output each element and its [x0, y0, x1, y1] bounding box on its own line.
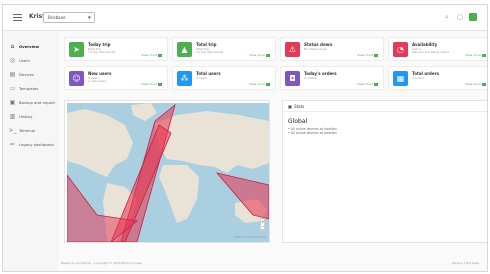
location-select-value: Brisbane: [48, 15, 66, 20]
template-icon: ▭: [9, 84, 16, 92]
card-total-trip[interactable]: ▲ Total trip Total trip 14 trip discover…: [172, 37, 276, 61]
top-bar: Krist Brisbane ▼ ⌕ ○: [3, 5, 487, 31]
sidebar-item-label: Overview: [19, 43, 40, 49]
view-more-link[interactable]: View more: [357, 82, 378, 86]
road-icon: ▲: [177, 42, 192, 57]
sidebar-item-backup[interactable]: ▣ Backup and import: [3, 97, 59, 107]
panel-header: ■ Stats: [283, 101, 487, 112]
sidebar-item-overview[interactable]: ⌂ Overview: [3, 41, 59, 51]
search-icon[interactable]: ⌕: [443, 13, 451, 21]
card-detail: 14 trip discovered: [88, 50, 116, 54]
status-square-icon[interactable]: [469, 13, 477, 21]
card-todays-orders[interactable]: ◘ Today's orders 0 orders View more: [280, 66, 384, 90]
sidebar-item-label: Templates: [19, 85, 39, 91]
view-more-link[interactable]: View more: [141, 82, 162, 86]
hamburger-menu-icon[interactable]: [13, 14, 22, 21]
top-icons: ⌕ ○: [443, 13, 477, 21]
card-new-users[interactable]: ☺ New users 0 users 1 new users View mor…: [64, 66, 168, 90]
card-subtitle: 0 orders: [304, 76, 317, 80]
view-more-link[interactable]: View more: [465, 53, 486, 57]
chevron-down-icon: ▼: [87, 15, 91, 20]
card-detail: 14 trip discovered: [196, 50, 224, 54]
shopping-bag-icon: ◘: [285, 71, 300, 86]
users-icon: ◎: [9, 56, 16, 64]
group-icon: ⁂: [177, 71, 192, 86]
sidebar-item-label: Terminal: [19, 127, 36, 133]
card-subtitle: No status down: [304, 47, 328, 51]
user-icon[interactable]: ○: [456, 13, 464, 21]
sidebar-item-users[interactable]: ◎ Users: [3, 55, 59, 65]
location-select[interactable]: Brisbane ▼: [43, 12, 95, 23]
sidebar-item-legacy-dashboard[interactable]: ⇐ Legacy dashboard: [3, 139, 59, 149]
card-availability[interactable]: ◔ Availability 100 % Devices are being o…: [388, 37, 487, 61]
back-arrow-icon: ⇐: [9, 140, 16, 148]
panel-line-2: • All online devices at location: [288, 131, 337, 135]
card-total-orders[interactable]: ▦ Total orders 0 orders View more: [388, 66, 487, 90]
person-icon: ☺: [69, 71, 84, 86]
devices-icon: ▤: [9, 70, 16, 78]
stats-icon: ■: [288, 104, 292, 109]
footer-copyright: Based on accuStore · Copyright © 2018 Br…: [61, 261, 143, 265]
card-status-down[interactable]: ⚠ Status down No status down View more: [280, 37, 384, 61]
zoom-out-button[interactable]: −: [261, 224, 264, 229]
card-today-trip[interactable]: ➤ Today trip Next trip 14 trip discovere…: [64, 37, 168, 61]
world-map[interactable]: + − Leaflet | © OpenStreetMap: [64, 100, 270, 243]
card-total-users[interactable]: ⁂ Total users 0 users View more: [172, 66, 276, 90]
card-detail: Devices are being online: [412, 50, 450, 54]
terminal-icon: >_: [8, 126, 17, 134]
view-more-link[interactable]: View more: [249, 82, 270, 86]
panel-header-label: Stats: [294, 104, 305, 109]
sidebar-item-history[interactable]: ▥ History: [3, 111, 59, 121]
card-subtitle: 0 users: [196, 76, 207, 80]
sidebar-item-label: Backup and import: [19, 99, 56, 105]
map-attribution[interactable]: Leaflet | © OpenStreetMap: [234, 236, 266, 239]
map-canvas[interactable]: [67, 103, 269, 242]
app-window: Krist Brisbane ▼ ⌕ ○ ⌂ Overview ◎ Users …: [2, 4, 488, 272]
footer-version: Version 7.8.0 beta: [451, 261, 479, 265]
sidebar-item-terminal[interactable]: >_ Terminal: [3, 125, 59, 135]
sidebar: ⌂ Overview ◎ Users ▤ Devices ▭ Templates…: [3, 31, 59, 271]
view-more-link[interactable]: View more: [249, 53, 270, 57]
view-more-link[interactable]: View more: [357, 53, 378, 57]
warning-icon: ⚠: [285, 42, 300, 57]
card-detail: 1 new users: [88, 79, 107, 83]
sidebar-item-label: Users: [19, 57, 30, 63]
sidebar-item-label: Legacy dashboard: [19, 141, 54, 147]
orders-icon: ▦: [393, 71, 408, 86]
sidebar-item-label: Devices: [19, 71, 34, 77]
history-icon: ▥: [9, 112, 16, 120]
backup-icon: ▣: [9, 98, 16, 106]
sidebar-item-devices[interactable]: ▤ Devices: [3, 69, 59, 79]
view-more-link[interactable]: View more: [465, 82, 486, 86]
card-subtitle: 0 orders: [412, 76, 425, 80]
sidebar-item-label: History: [19, 113, 33, 119]
view-more-link[interactable]: View more: [141, 53, 162, 57]
panel-title: Global: [288, 118, 308, 125]
navigation-arrow-icon: ➤: [69, 42, 84, 57]
sidebar-item-templates[interactable]: ▭ Templates: [3, 83, 59, 93]
home-icon: ⌂: [10, 42, 15, 50]
stats-panel: ■ Stats Global • All online devices at l…: [282, 100, 487, 243]
gauge-icon: ◔: [393, 42, 408, 57]
map-zoom-control: + −: [260, 218, 265, 230]
